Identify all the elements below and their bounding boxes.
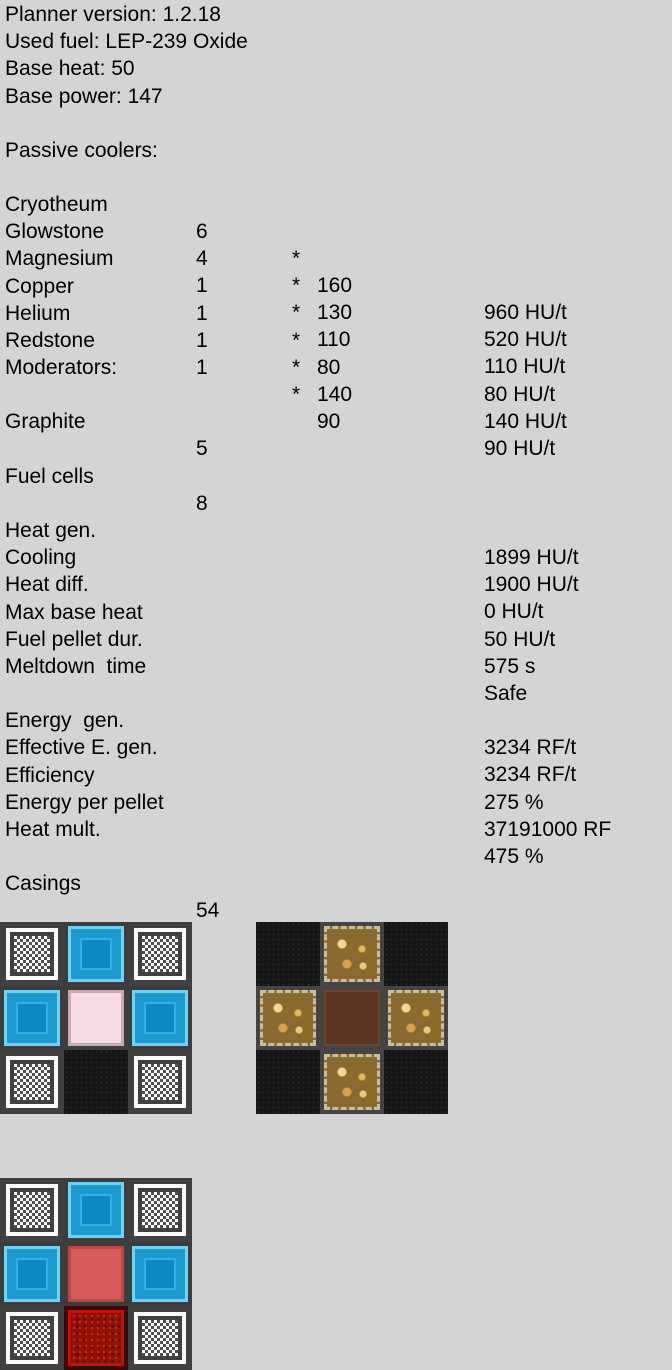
fuel-cell[interactable] xyxy=(64,1242,128,1306)
redstone-cooler[interactable] xyxy=(64,1306,128,1370)
stat-label: Meltdown time xyxy=(5,655,147,678)
cryotheum-cooler[interactable] xyxy=(0,1242,64,1306)
empty-slot[interactable] xyxy=(384,922,448,986)
cryotheum-cooler[interactable] xyxy=(0,986,64,1050)
stat-row: Heat diff. 0 HU/t xyxy=(0,544,672,623)
casings-row: Casings 54 xyxy=(0,843,672,922)
casing-block[interactable] xyxy=(128,1306,192,1370)
used-fuel: Used fuel: LEP-239 Oxide xyxy=(5,30,248,53)
stat-row: Heat gen. 1899 HU/t xyxy=(0,490,672,569)
graphite-moderator[interactable] xyxy=(320,986,384,1050)
cryotheum-cooler[interactable] xyxy=(64,922,128,986)
stat-row: Effective E. gen. 3234 RF/t xyxy=(0,707,672,786)
stat-row: Max base heat 50 HU/t xyxy=(0,572,672,651)
stat-label: Heat mult. xyxy=(5,818,101,841)
cooler-row: Helium 1 * 140 140 HU/t xyxy=(0,273,672,433)
fuel-cells-label: Fuel cells xyxy=(5,465,94,488)
cooler-per-unit: 90 xyxy=(317,410,341,433)
casings-count: 54 xyxy=(196,899,220,922)
cooler-row: Glowstone 4 * 130 520 HU/t xyxy=(0,191,672,351)
planner-version: Planner version: 1.2.18 xyxy=(5,3,221,26)
reactor-layer-3 xyxy=(0,1178,192,1370)
stat-row: Efficiency 275 % xyxy=(0,735,672,814)
fuel-cell[interactable] xyxy=(64,986,128,1050)
glowstone-cooler[interactable] xyxy=(384,986,448,1050)
cooler-total: 110 HU/t xyxy=(484,355,566,378)
reactor-layer-1 xyxy=(0,922,192,1114)
empty-slot[interactable] xyxy=(384,1050,448,1114)
moderators-title: Moderators: xyxy=(5,356,118,379)
casings-label: Casings xyxy=(5,872,81,895)
cooler-per-unit: 80 xyxy=(317,356,341,379)
stat-row: Energy per pellet 37191000 RF xyxy=(0,762,672,841)
moderator-name: Graphite xyxy=(5,410,86,433)
empty-slot[interactable] xyxy=(64,1050,128,1114)
stat-row: Fuel pellet dur. 575 s xyxy=(0,599,672,678)
casing-block[interactable] xyxy=(128,1178,192,1242)
passive-coolers-title: Passive coolers: xyxy=(5,139,158,162)
casing-block[interactable] xyxy=(0,1178,64,1242)
cooler-name: Redstone xyxy=(5,329,95,352)
cooler-total: 520 HU/t xyxy=(484,328,567,351)
stat-value: 575 s xyxy=(484,655,536,678)
cooler-row: Magnesium 1 * 110 110 HU/t xyxy=(0,218,672,378)
cooler-row: Copper 1 * 80 80 HU/t xyxy=(0,246,672,406)
cooler-per-unit: 110 xyxy=(317,328,351,351)
base-power: Base power: 147 xyxy=(5,85,163,108)
cooler-row: Redstone 1 * 90 90 HU/t xyxy=(0,300,672,460)
cryotheum-cooler[interactable] xyxy=(64,1178,128,1242)
stat-row: Cooling 1900 HU/t xyxy=(0,517,672,596)
cryotheum-cooler[interactable] xyxy=(128,986,192,1050)
cooler-row: Cryotheum 6 * 160 960 HU/t xyxy=(0,164,672,324)
glowstone-cooler[interactable] xyxy=(320,922,384,986)
casing-block[interactable] xyxy=(128,922,192,986)
stat-row: Meltdown time Safe xyxy=(0,626,672,705)
cooler-count: 1 xyxy=(196,356,208,379)
casing-block[interactable] xyxy=(0,922,64,986)
cooler-count: 1 xyxy=(196,329,208,352)
cryotheum-cooler[interactable] xyxy=(128,1242,192,1306)
cooler-total: 140 HU/t xyxy=(484,410,567,433)
multiply-sign: * xyxy=(292,356,301,379)
stat-row: Energy gen. 3234 RF/t xyxy=(0,680,672,759)
glowstone-cooler[interactable] xyxy=(320,1050,384,1114)
stat-value: 37191000 RF xyxy=(484,818,612,841)
multiply-sign: * xyxy=(292,329,301,352)
reactor-layer-2 xyxy=(256,922,448,1114)
casing-block[interactable] xyxy=(0,1306,64,1370)
moderator-row: Graphite 5 xyxy=(0,381,672,460)
stat-row: Heat mult. 475 % xyxy=(0,789,672,868)
empty-slot[interactable] xyxy=(256,922,320,986)
glowstone-cooler[interactable] xyxy=(256,986,320,1050)
base-heat: Base heat: 50 xyxy=(5,57,135,80)
casing-block[interactable] xyxy=(128,1050,192,1114)
empty-slot[interactable] xyxy=(256,1050,320,1114)
fuel-cells-row: Fuel cells 8 xyxy=(0,436,672,515)
casing-block[interactable] xyxy=(0,1050,64,1114)
